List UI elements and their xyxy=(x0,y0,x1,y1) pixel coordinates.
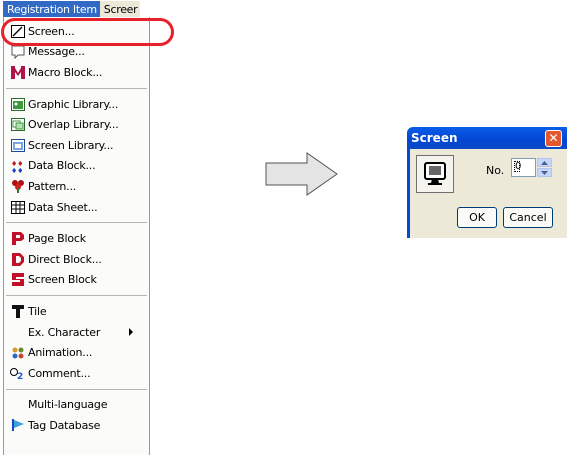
submenu-arrow-icon xyxy=(129,327,133,336)
screen-block-icon xyxy=(10,273,25,287)
menu-item-data-block[interactable]: ♦♦ ♦♦ Data Block... xyxy=(4,156,149,177)
menu-item-pattern[interactable]: Pattern... xyxy=(4,176,149,197)
menu-item-label: Pattern... xyxy=(28,179,77,193)
menubar: Registration Item Screer xyxy=(3,1,141,17)
screen-dialog: Screen ✕ No. 0 OK Cancel xyxy=(407,127,567,238)
no-label: No. xyxy=(486,164,505,177)
menu-item-comment[interactable]: 2 Comment... xyxy=(4,363,149,384)
menu-separator xyxy=(6,222,147,224)
screen-number-spinner[interactable] xyxy=(537,158,552,177)
spin-up-icon[interactable] xyxy=(537,158,552,167)
menu-item-label: Animation... xyxy=(28,346,93,360)
graphic-library-icon xyxy=(10,97,25,111)
menu-item-page-block[interactable]: Page Block xyxy=(4,228,149,249)
page-block-icon xyxy=(10,232,25,246)
menu-item-direct-block[interactable]: Direct Block... xyxy=(4,249,149,270)
tile-icon xyxy=(10,304,25,318)
highlight-ring xyxy=(1,18,174,46)
menu-item-label: Screen Library... xyxy=(28,138,114,152)
svg-text:♦♦: ♦♦ xyxy=(11,167,23,173)
comment-icon: 2 xyxy=(10,366,25,380)
screen-number-value: 0 xyxy=(514,161,522,172)
menu-screen[interactable]: Screer xyxy=(99,1,141,17)
screen-library-icon xyxy=(10,138,25,152)
menu-item-label: Multi-language xyxy=(28,398,108,412)
cancel-button[interactable]: Cancel xyxy=(503,207,553,228)
menu-separator xyxy=(6,87,147,89)
menu-item-label: Direct Block... xyxy=(28,252,102,266)
menu-item-tile[interactable]: Tile xyxy=(4,301,149,322)
dialog-body: No. 0 OK Cancel xyxy=(407,149,567,238)
menu-item-macro-block[interactable]: Macro Block... xyxy=(4,62,149,83)
menu-item-label: Data Block... xyxy=(28,159,96,173)
direct-block-icon xyxy=(10,252,25,266)
pattern-icon xyxy=(10,179,25,194)
monitor-icon xyxy=(416,155,454,193)
registration-item-dropdown: Screen... Message... Macro Block... Grap… xyxy=(3,17,150,455)
menu-item-label: Comment... xyxy=(28,366,91,380)
menu-item-screen-library[interactable]: Screen Library... xyxy=(4,135,149,156)
close-icon[interactable]: ✕ xyxy=(545,130,562,147)
data-block-icon: ♦♦ ♦♦ xyxy=(10,159,25,173)
tag-database-icon xyxy=(10,418,25,432)
data-sheet-icon xyxy=(10,200,25,214)
menu-item-multi-language[interactable]: Multi-language xyxy=(4,395,149,416)
menu-item-label: Macro Block... xyxy=(28,65,103,79)
menu-item-tag-database[interactable]: Tag Database xyxy=(4,415,149,436)
menu-item-label: Screen Block xyxy=(28,273,97,287)
menu-item-data-sheet[interactable]: Data Sheet... xyxy=(4,197,149,218)
menu-item-label: Tag Database xyxy=(28,418,101,432)
svg-text:2: 2 xyxy=(17,372,23,380)
menu-item-label: Data Sheet... xyxy=(28,200,98,214)
menu-item-label: Overlap Library... xyxy=(28,118,119,132)
screen-number-input[interactable]: 0 xyxy=(511,158,536,177)
right-arrow-icon xyxy=(265,152,338,196)
menu-separator xyxy=(6,295,147,297)
menu-item-label: Ex. Character xyxy=(28,325,101,339)
menu-item-ex-character[interactable]: Ex. Character xyxy=(4,322,149,343)
menu-item-overlap-library[interactable]: Overlap Library... xyxy=(4,114,149,135)
spin-down-icon[interactable] xyxy=(537,168,552,177)
menu-item-label: Tile xyxy=(28,304,47,318)
menu-item-screen-block[interactable]: Screen Block xyxy=(4,270,149,291)
menu-item-label: Page Block xyxy=(28,232,86,246)
dialog-title: Screen xyxy=(411,131,458,145)
menu-item-label: Message... xyxy=(28,45,85,59)
menu-registration-item[interactable]: Registration Item xyxy=(3,1,100,17)
animation-icon xyxy=(10,346,25,360)
menu-item-label: Graphic Library... xyxy=(28,97,119,111)
ok-button[interactable]: OK xyxy=(457,207,497,228)
menu-separator xyxy=(6,388,147,390)
message-icon xyxy=(10,45,25,59)
menu-item-animation[interactable]: Animation... xyxy=(4,342,149,363)
overlap-library-icon xyxy=(10,118,25,132)
menu-item-graphic-library[interactable]: Graphic Library... xyxy=(4,94,149,115)
macro-block-icon xyxy=(10,65,25,79)
dialog-title-bar[interactable]: Screen ✕ xyxy=(407,127,567,149)
